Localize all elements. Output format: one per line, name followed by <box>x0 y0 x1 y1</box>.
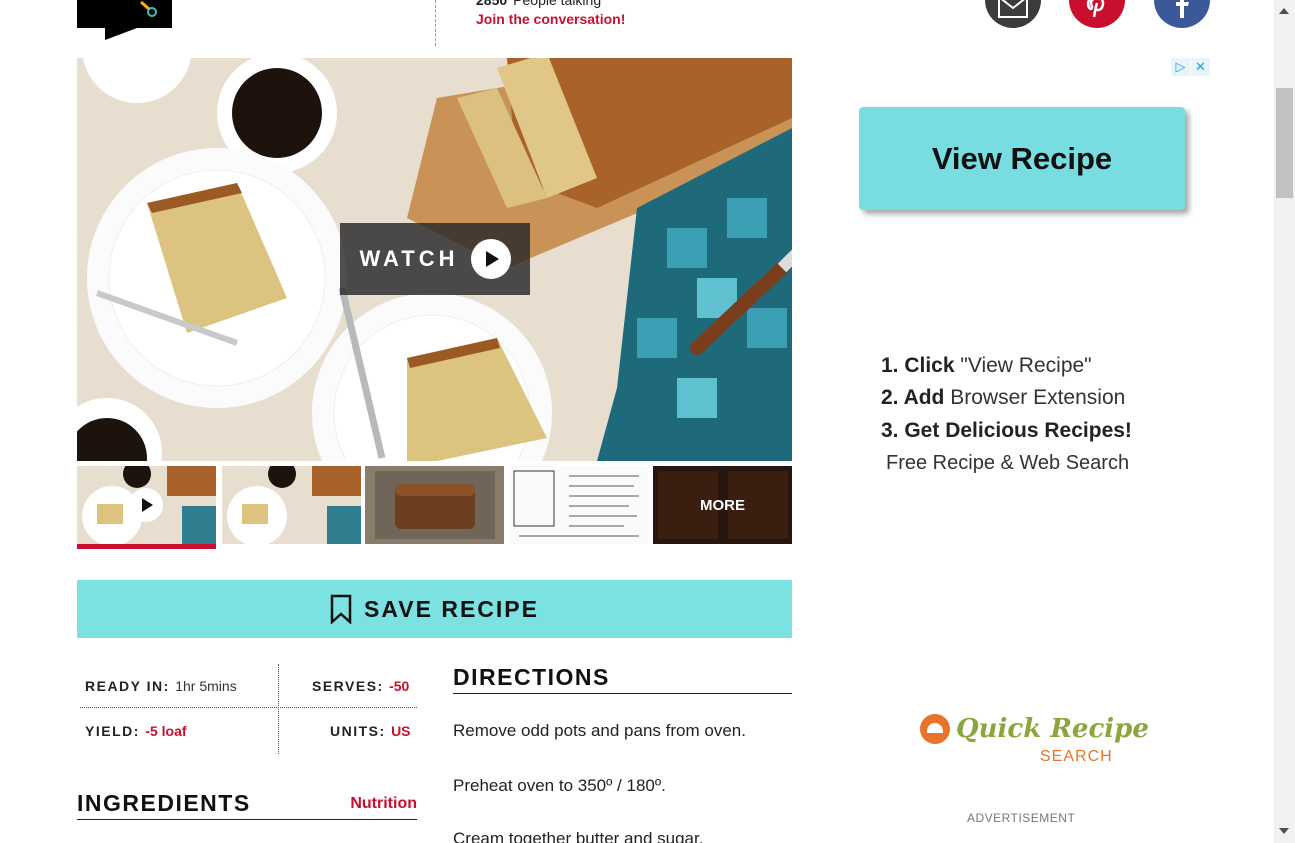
direction-step: Cream together butter and sugar. <box>453 829 704 843</box>
facebook-icon <box>1176 0 1189 18</box>
page-scrollbar[interactable] <box>1274 0 1295 843</box>
watch-label: WATCH <box>359 246 459 271</box>
thumbnail-4[interactable] <box>509 466 648 544</box>
header-divider <box>435 0 436 46</box>
facebook-share-button[interactable] <box>1154 0 1210 28</box>
thumbnail-play-icon <box>129 488 163 522</box>
thumbnail-active-indicator <box>77 544 216 549</box>
thumbnail-3[interactable] <box>365 466 504 544</box>
thumbnail-video[interactable] <box>77 466 216 544</box>
key-logo-icon <box>140 0 157 17</box>
advertisement-label: ADVERTISEMENT <box>967 811 1076 825</box>
directions-heading: DIRECTIONS <box>453 664 610 690</box>
direction-step: Remove odd pots and pans from oven. <box>453 721 746 740</box>
serves-value[interactable]: -50 <box>389 678 409 694</box>
pinterest-share-button[interactable] <box>1069 0 1125 28</box>
units[interactable]: UNITS: US <box>330 723 411 739</box>
save-recipe-label: SAVE RECIPE <box>364 595 539 622</box>
email-share-button[interactable] <box>985 0 1041 28</box>
scroll-up-arrow-icon[interactable] <box>1279 8 1289 14</box>
nutrition-link[interactable]: Nutrition <box>350 795 417 813</box>
ready-in-value: 1hr 5mins <box>175 678 237 694</box>
more-photos-label: MORE <box>653 466 792 544</box>
direction-step: Preheat oven to 350º / 180º. <box>453 776 666 795</box>
thumbnail-more[interactable]: MORE <box>653 466 792 544</box>
thumbnail-photo <box>509 466 648 544</box>
yield-value[interactable]: -5 loaf <box>145 723 186 739</box>
thumbnail-photo <box>365 466 504 544</box>
quick-recipe-subtitle: SEARCH <box>1040 748 1113 765</box>
thumbnail-photo <box>222 466 361 544</box>
ad-step-3: 3. Get Delicious Recipes! <box>881 419 1132 442</box>
thumbnail-2[interactable] <box>222 466 361 544</box>
ad-free-line: Free Recipe & Web Search <box>886 452 1130 474</box>
pinterest-icon <box>1086 0 1105 18</box>
scroll-down-arrow-icon[interactable] <box>1279 828 1289 834</box>
directions-rule <box>453 693 792 694</box>
ingredients-heading: INGREDIENTS <box>77 790 251 816</box>
watch-video-button[interactable]: WATCH <box>340 223 530 295</box>
save-recipe-button[interactable]: SAVE RECIPE <box>77 580 792 638</box>
bookmark-icon <box>330 594 352 624</box>
ad-step-2: 2. Add Browser Extension <box>881 386 1126 409</box>
yield[interactable]: YIELD: -5 loaf <box>85 723 187 739</box>
ready-in: READY IN: 1hr 5mins <box>85 678 237 694</box>
quick-recipe-logo[interactable]: Quick Recipe SEARCH <box>918 712 1149 770</box>
ad-close-icon[interactable]: ✕ <box>1191 58 1210 76</box>
info-grid-divider-v <box>278 664 279 754</box>
ingredients-rule <box>77 819 417 820</box>
scroll-thumb[interactable] <box>1276 88 1293 198</box>
ad-view-recipe-button[interactable]: View Recipe <box>859 107 1185 210</box>
ad-step-1: 1. Click "View Recipe" <box>881 354 1092 377</box>
talk-count: 2850 People talking <box>476 0 602 8</box>
cloche-icon <box>920 714 950 744</box>
serves[interactable]: SERVES: -50 <box>312 678 409 694</box>
quick-recipe-title: Quick Recipe <box>956 714 1149 744</box>
join-conversation-link[interactable]: Join the conversation! <box>476 11 625 27</box>
recipe-hero-image[interactable]: WATCH <box>77 58 792 461</box>
email-icon <box>998 0 1028 18</box>
info-grid-divider-h <box>80 707 417 708</box>
units-value[interactable]: US <box>391 723 410 739</box>
ad-choices-icon[interactable]: ▷ <box>1171 58 1190 76</box>
ad-choices[interactable]: ▷ ✕ <box>1171 58 1210 76</box>
play-icon <box>470 239 511 279</box>
